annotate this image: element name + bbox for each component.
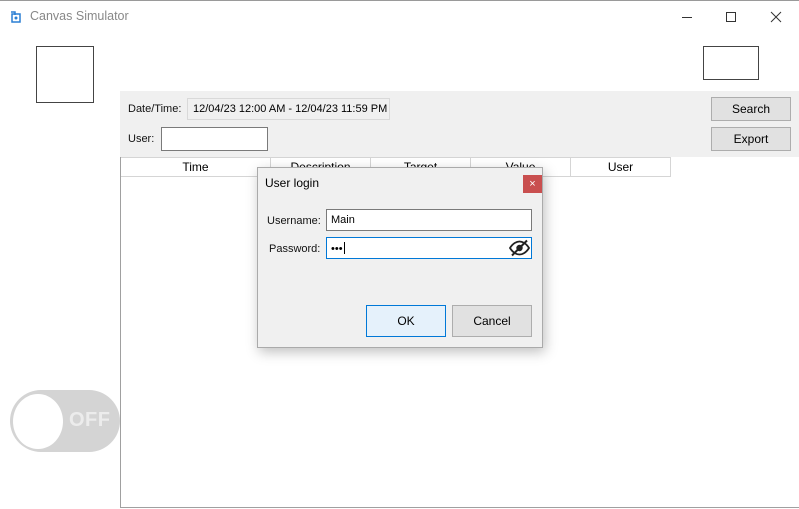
toggle-state-label: OFF bbox=[69, 409, 111, 431]
close-button[interactable] bbox=[753, 1, 799, 33]
column-header-user[interactable]: User bbox=[571, 157, 671, 177]
username-label: Username: bbox=[267, 215, 321, 227]
minimize-icon bbox=[682, 17, 692, 18]
search-button[interactable]: Search bbox=[711, 97, 791, 121]
password-masked-value: ••• bbox=[331, 243, 343, 255]
eye-slash-icon[interactable] bbox=[509, 239, 530, 257]
maximize-button[interactable] bbox=[708, 1, 754, 33]
toggle-knob[interactable] bbox=[13, 394, 63, 449]
app-icon bbox=[11, 11, 21, 23]
ok-button[interactable]: OK bbox=[366, 305, 446, 337]
app-window: Canvas Simulator Date/Time: 12/04/23 12:… bbox=[0, 0, 799, 509]
text-caret bbox=[343, 242, 345, 254]
column-header-time[interactable]: Time bbox=[121, 157, 271, 177]
export-button[interactable]: Export bbox=[711, 127, 791, 151]
dialog-close-button[interactable]: × bbox=[523, 175, 542, 193]
username-input[interactable]: Main bbox=[326, 209, 532, 231]
maximize-icon bbox=[726, 12, 736, 22]
dialog-title: User login bbox=[265, 176, 320, 190]
minimize-button[interactable] bbox=[664, 1, 710, 33]
datetime-label: Date/Time: bbox=[128, 103, 182, 115]
user-label: User: bbox=[128, 133, 155, 145]
title-bar: Canvas Simulator bbox=[0, 1, 799, 33]
canvas-square-left[interactable] bbox=[36, 46, 94, 103]
close-icon bbox=[770, 11, 782, 23]
cancel-button[interactable]: Cancel bbox=[452, 305, 532, 337]
datetime-range-field[interactable]: 12/04/23 12:00 AM - 12/04/23 11:59 PM bbox=[187, 98, 390, 120]
window-title: Canvas Simulator bbox=[30, 9, 129, 23]
user-filter-input[interactable] bbox=[161, 127, 268, 151]
password-input[interactable]: ••• bbox=[326, 237, 532, 259]
password-label: Password: bbox=[269, 243, 321, 255]
canvas-square-right[interactable] bbox=[703, 46, 759, 80]
